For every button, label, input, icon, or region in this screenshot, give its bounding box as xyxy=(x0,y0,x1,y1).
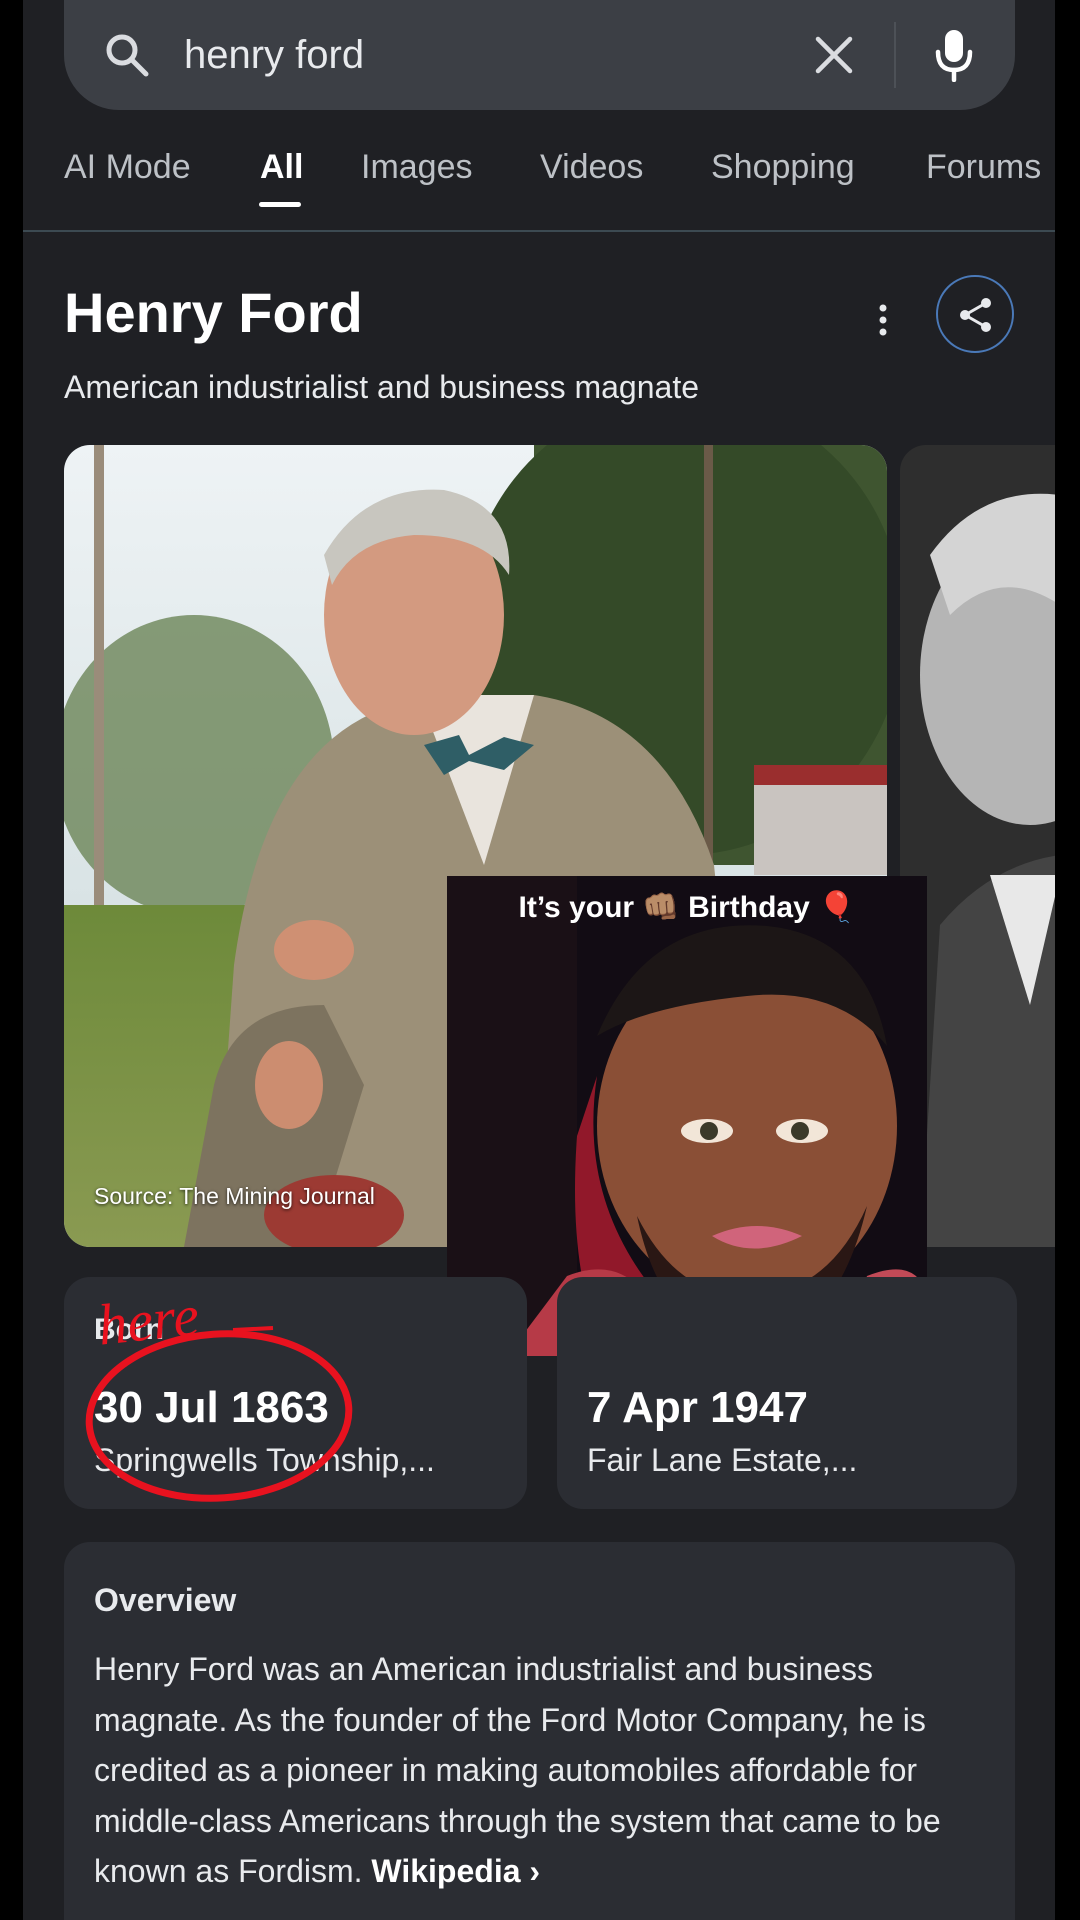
tab-ai-mode[interactable]: AI Mode xyxy=(64,148,191,187)
born-place: Springwells Township,... xyxy=(94,1442,435,1478)
died-card[interactable]: 7 Apr 1947 Fair Lane Estate,... xyxy=(557,1277,1017,1509)
wikipedia-link[interactable]: Wikipedia › xyxy=(371,1853,540,1889)
microphone-icon[interactable] xyxy=(932,28,976,82)
entity-subtitle: American industrialist and business magn… xyxy=(64,369,699,405)
tab-images[interactable]: Images xyxy=(361,148,473,187)
search-icon xyxy=(106,34,149,77)
share-button[interactable] xyxy=(936,275,1014,353)
died-place: Fair Lane Estate,... xyxy=(587,1442,858,1478)
screen: henry ford AI Mode All Images Videos Sho… xyxy=(23,0,1055,1920)
search-divider xyxy=(894,22,896,88)
born-card[interactable]: Born 30 Jul 1863 Springwells Township,..… xyxy=(64,1277,527,1509)
share-icon xyxy=(960,298,991,332)
entity-title: Henry Ford xyxy=(64,281,363,344)
died-date: 7 Apr 1947 xyxy=(587,1383,808,1432)
tabs-divider xyxy=(23,230,1055,232)
more-options-icon[interactable] xyxy=(863,300,903,340)
born-label: Born xyxy=(94,1313,164,1346)
overview-text: Henry Ford was an American industrialist… xyxy=(94,1644,994,1897)
tab-videos[interactable]: Videos xyxy=(540,148,643,187)
tab-forums[interactable]: Forums xyxy=(926,148,1041,187)
active-tab-indicator xyxy=(259,202,301,207)
search-input[interactable]: henry ford xyxy=(184,30,364,80)
tab-shopping[interactable]: Shopping xyxy=(711,148,855,187)
born-date: 30 Jul 1863 xyxy=(94,1383,329,1432)
overview-card: Overview Henry Ford was an American indu… xyxy=(64,1542,1015,1920)
photo-source-label: Source: The Mining Journal xyxy=(94,1183,375,1209)
tab-all[interactable]: All xyxy=(260,148,303,187)
search-tabs: AI Mode All Images Videos Shopping Forum… xyxy=(23,148,1055,208)
clear-icon[interactable] xyxy=(813,34,855,76)
overlay-caption: It’s your 👊🏽 Birthday 🎈 xyxy=(518,891,856,924)
search-bar[interactable]: henry ford xyxy=(64,0,1015,110)
overview-title: Overview xyxy=(94,1582,237,1618)
